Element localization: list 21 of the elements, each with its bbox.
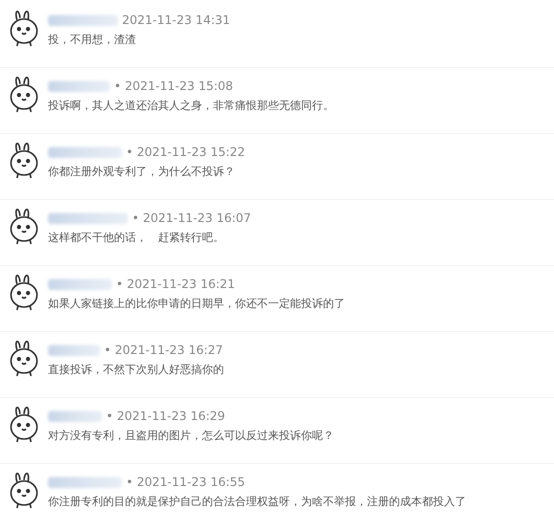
blurred-username	[48, 344, 100, 356]
comment-text: 如果人家链接上的比你申请的日期早，你还不一定能投诉的了	[48, 296, 345, 312]
comment-time: • 2021-11-23 15:08	[114, 79, 234, 93]
comment-time: • 2021-11-23 16:07	[132, 211, 252, 225]
comment-time: • 2021-11-23 16:27	[104, 343, 224, 357]
comment-time: • 2021-11-23 15:22	[126, 145, 246, 159]
comment-time: • 2021-11-23 16:55	[126, 475, 246, 489]
comment-text: 投诉啊，其人之道还治其人之身，非常痛恨那些无德同行。	[48, 98, 334, 114]
comment-text: 直接投诉，不然下次别人好恶搞你的	[48, 362, 224, 378]
comment-text: 你注册专利的目的就是保护自己的合法合理权益呀，为啥不举报，注册的成本都投入了	[48, 494, 466, 510]
blurred-username	[48, 410, 102, 422]
comment-text: 这样都不干他的话， 赶紧转行吧。	[48, 230, 225, 246]
comment-text: 你都注册外观专利了，为什么不投诉？	[48, 164, 236, 180]
comment-text: 投，不用想，渣渣	[48, 32, 137, 48]
comment-time: • 2021-11-23 16:21	[116, 277, 236, 291]
comment-text: 对方没有专利，且盗用的图片，怎么可以反过来投诉你呢？	[48, 428, 334, 444]
comment-time: • 2021-11-23 16:29	[106, 409, 226, 423]
blurred-username	[48, 80, 110, 92]
comment-time: 2021-11-23 14:31	[122, 13, 230, 27]
blurred-username	[48, 278, 112, 290]
blurred-username	[48, 14, 118, 26]
